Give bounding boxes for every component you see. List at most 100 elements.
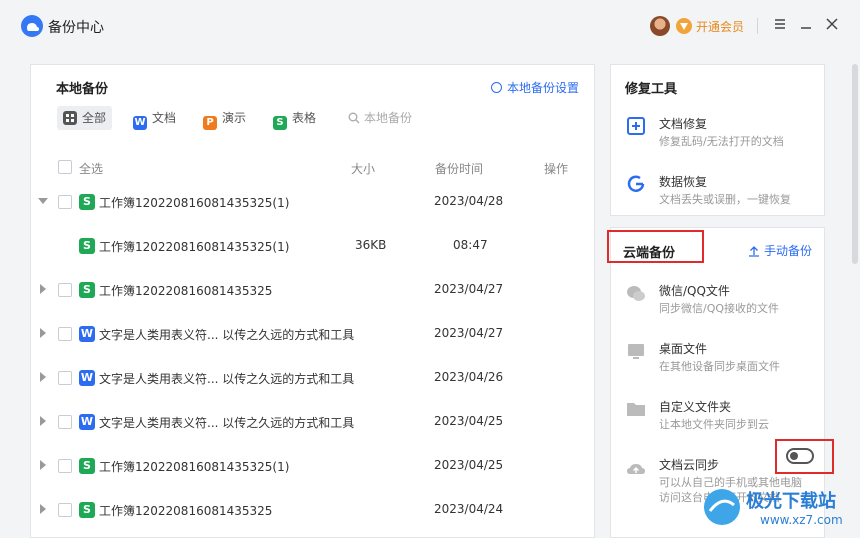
menu-icon[interactable] bbox=[771, 16, 789, 34]
desktop-files-title: 桌面文件 bbox=[659, 342, 708, 356]
file-name: 工作簿120220816081435325(1) bbox=[99, 196, 290, 210]
file-name: 工作簿120220816081435325 bbox=[99, 284, 273, 298]
file-name: 工作簿120220816081435325 bbox=[99, 504, 273, 518]
expand-toggle-icon[interactable] bbox=[40, 460, 46, 470]
backup-time: 08:47 bbox=[453, 238, 488, 252]
expand-toggle-icon[interactable] bbox=[40, 416, 46, 426]
row-checkbox[interactable] bbox=[58, 503, 72, 517]
doc-repair-icon bbox=[625, 115, 647, 137]
repair-tools-panel: 修复工具 文档修复 修复乱码/无法打开的文档 数据恢复 文档丢失或误删，一键恢复 bbox=[610, 64, 825, 216]
backup-time: 2023/04/24 bbox=[434, 502, 504, 516]
expand-toggle-icon[interactable] bbox=[40, 284, 46, 294]
local-backup-settings-link[interactable]: 本地备份设置 bbox=[491, 79, 579, 96]
file-type-icon: S bbox=[79, 458, 95, 474]
backup-time: 2023/04/27 bbox=[434, 326, 504, 340]
expand-toggle-icon[interactable] bbox=[40, 504, 46, 514]
file-type-icon: S bbox=[79, 194, 95, 210]
file-name: 文字是人类用表义符... 以传之久远的方式和工具 bbox=[99, 416, 355, 430]
backup-time: 2023/04/25 bbox=[434, 458, 504, 472]
file-name: 文字是人类用表义符... 以传之久远的方式和工具 bbox=[99, 372, 355, 386]
data-recovery-desc: 文档丢失或误删，一键恢复 bbox=[659, 193, 791, 206]
annotation-box-cloud-title bbox=[607, 230, 704, 263]
table-row[interactable]: S 工作簿120220816081435325 2023/04/27 bbox=[31, 268, 596, 312]
file-type-icon: S bbox=[79, 502, 95, 518]
file-type-icon: W bbox=[79, 370, 95, 386]
filter-doc-label: 文档 bbox=[152, 111, 177, 125]
data-recovery-title: 数据恢复 bbox=[659, 175, 708, 189]
file-type-icon: S bbox=[79, 238, 95, 254]
row-checkbox[interactable] bbox=[58, 371, 72, 385]
row-checkbox[interactable] bbox=[58, 195, 72, 209]
chat-files-item[interactable]: 微信/QQ文件 同步微信/QQ接收的文件 bbox=[611, 270, 826, 326]
local-backup-title: 本地备份 bbox=[56, 82, 109, 97]
column-select-all: 全选 bbox=[79, 162, 104, 176]
data-recovery-icon bbox=[625, 173, 647, 195]
file-name: 文字是人类用表义符... 以传之久远的方式和工具 bbox=[99, 328, 355, 342]
local-backup-search[interactable]: 本地备份 bbox=[342, 106, 418, 130]
filter-all-label: 全部 bbox=[82, 111, 107, 125]
table-row[interactable]: W 文字是人类用表义符... 以传之久远的方式和工具 2023/04/26 bbox=[31, 356, 596, 400]
table-row[interactable]: S 工作簿120220816081435325(1) 2023/04/25 bbox=[31, 444, 596, 488]
cloud-upload-icon bbox=[625, 458, 647, 480]
local-backup-panel: 本地备份 本地备份设置 全部 W 文档 P 演示 S 表格 本地备份 全选 大小 备份… bbox=[30, 64, 595, 538]
filter-all[interactable]: 全部 bbox=[57, 106, 113, 130]
annotation-box-toggle bbox=[775, 439, 834, 474]
table-row[interactable]: S 工作簿120220816081435325(1) 2023/04/28 bbox=[31, 180, 596, 224]
header-divider bbox=[757, 18, 758, 34]
backup-time: 2023/04/27 bbox=[434, 282, 504, 296]
local-backup-settings-label: 本地备份设置 bbox=[507, 81, 580, 95]
file-type-icon: W bbox=[79, 326, 95, 342]
table-row[interactable]: W 文字是人类用表义符... 以传之久远的方式和工具 2023/04/27 bbox=[31, 312, 596, 356]
folder-icon bbox=[625, 398, 647, 420]
expand-toggle-icon[interactable] bbox=[40, 372, 46, 382]
watermark: 极光下载站 www.xz7.com bbox=[700, 483, 850, 533]
vip-link[interactable]: 开通会员 bbox=[696, 18, 744, 35]
doc-repair-item[interactable]: 文档修复 修复乱码/无法打开的文档 bbox=[611, 103, 826, 159]
scrollbar[interactable] bbox=[852, 64, 858, 264]
search-icon bbox=[348, 108, 360, 132]
repair-tools-title: 修复工具 bbox=[625, 82, 678, 97]
expand-toggle-icon[interactable] bbox=[40, 328, 46, 338]
sheet-icon: S bbox=[273, 116, 287, 130]
chat-icon bbox=[625, 282, 647, 304]
desktop-files-item[interactable]: 桌面文件 在其他设备同步桌面文件 bbox=[611, 328, 826, 384]
vip-icon[interactable] bbox=[676, 18, 692, 34]
watermark-text: 极光下载站 bbox=[746, 491, 836, 512]
custom-folder-item[interactable]: 自定义文件夹 让本地文件夹同步到云 bbox=[611, 386, 826, 442]
backup-time: 2023/04/28 bbox=[434, 194, 504, 208]
row-checkbox[interactable] bbox=[58, 415, 72, 429]
filter-presentation[interactable]: P 演示 bbox=[197, 106, 252, 130]
filter-doc[interactable]: W 文档 bbox=[127, 106, 182, 130]
manual-backup-button[interactable]: 手动备份 bbox=[748, 242, 812, 260]
close-icon[interactable] bbox=[823, 16, 841, 34]
column-backup-time: 备份时间 bbox=[435, 162, 484, 176]
chat-files-title: 微信/QQ文件 bbox=[659, 284, 730, 298]
filter-sheet-label: 表格 bbox=[292, 111, 317, 125]
data-recovery-item[interactable]: 数据恢复 文档丢失或误删，一键恢复 bbox=[611, 161, 826, 217]
app-title: 备份中心 bbox=[48, 20, 104, 36]
table-row[interactable]: W 文字是人类用表义符... 以传之久远的方式和工具 2023/04/25 bbox=[31, 400, 596, 444]
table-row[interactable]: S 工作簿120220816081435325 2023/04/24 bbox=[31, 488, 596, 532]
row-checkbox[interactable] bbox=[58, 459, 72, 473]
filter-presentation-label: 演示 bbox=[222, 111, 247, 125]
avatar[interactable] bbox=[650, 16, 670, 36]
desktop-icon bbox=[625, 340, 647, 362]
file-size: 36KB bbox=[355, 238, 387, 252]
desktop-files-desc: 在其他设备同步桌面文件 bbox=[659, 360, 780, 373]
row-checkbox[interactable] bbox=[58, 327, 72, 341]
select-all-checkbox[interactable] bbox=[58, 160, 72, 174]
gear-icon bbox=[491, 82, 502, 93]
grid-icon bbox=[63, 111, 77, 125]
file-type-icon: S bbox=[79, 282, 95, 298]
expand-toggle-icon[interactable] bbox=[38, 198, 48, 204]
filter-sheet[interactable]: S 表格 bbox=[267, 106, 322, 130]
column-size: 大小 bbox=[351, 162, 376, 176]
minimize-icon[interactable] bbox=[797, 16, 815, 34]
doc-repair-desc: 修复乱码/无法打开的文档 bbox=[659, 135, 784, 148]
file-type-icon: W bbox=[79, 414, 95, 430]
word-icon: W bbox=[133, 116, 147, 130]
table-row[interactable]: S 工作簿120220816081435325(1) 36KB 08:47 bbox=[31, 224, 596, 268]
file-name: 工作簿120220816081435325(1) bbox=[99, 240, 290, 254]
custom-folder-title: 自定义文件夹 bbox=[659, 400, 732, 414]
row-checkbox[interactable] bbox=[58, 283, 72, 297]
